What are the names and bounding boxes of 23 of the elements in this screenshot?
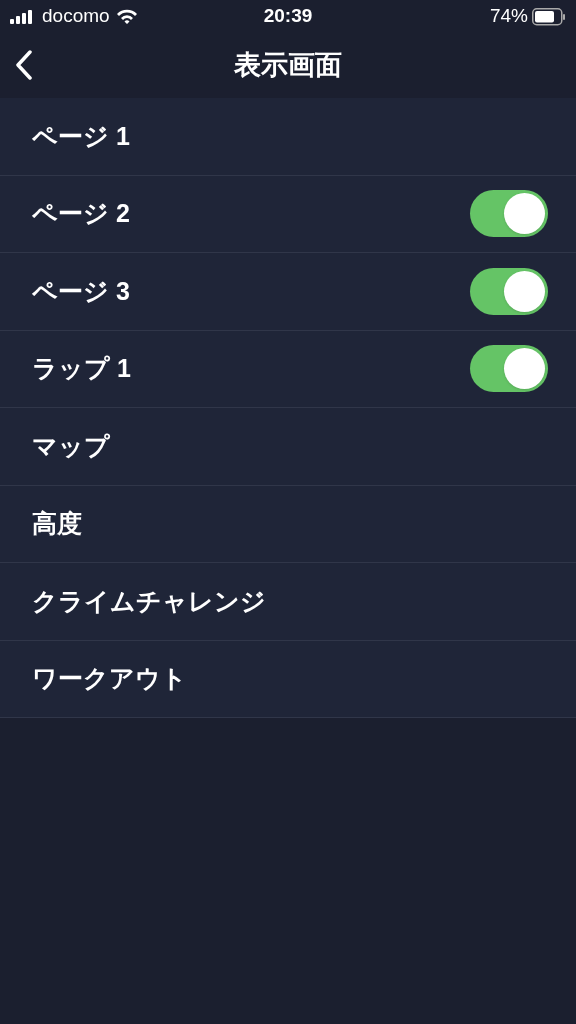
list-row[interactable]: ページ 1 [0, 98, 576, 176]
back-chevron-icon [15, 50, 33, 80]
list-row[interactable]: マップ [0, 408, 576, 486]
carrier-name: docomo [42, 4, 110, 29]
row-label: ラップ 1 [32, 353, 131, 384]
toggle-switch[interactable] [470, 190, 548, 238]
list-row[interactable]: クライムチャレンジ [0, 563, 576, 641]
screen-title: 表示画面 [234, 49, 342, 83]
row-label: マップ [32, 430, 110, 462]
row-label: ワークアウト [32, 663, 187, 694]
battery-percent: 74% [489, 4, 528, 29]
list-row[interactable]: ワークアウト [0, 640, 576, 718]
row-label: ページ 1 [32, 120, 130, 152]
row-label: ページ 3 [32, 275, 130, 307]
status-time: 20:39 [263, 4, 313, 29]
row-label: 高度 [32, 508, 82, 539]
row-label: ページ 2 [32, 198, 130, 229]
toggle-switch[interactable] [470, 345, 548, 393]
wifi-icon [115, 8, 138, 25]
toggle-switch[interactable] [470, 267, 548, 315]
list-row[interactable]: 高度 [0, 485, 576, 563]
battery-icon [532, 7, 566, 26]
row-label: クライムチャレンジ [32, 585, 266, 617]
